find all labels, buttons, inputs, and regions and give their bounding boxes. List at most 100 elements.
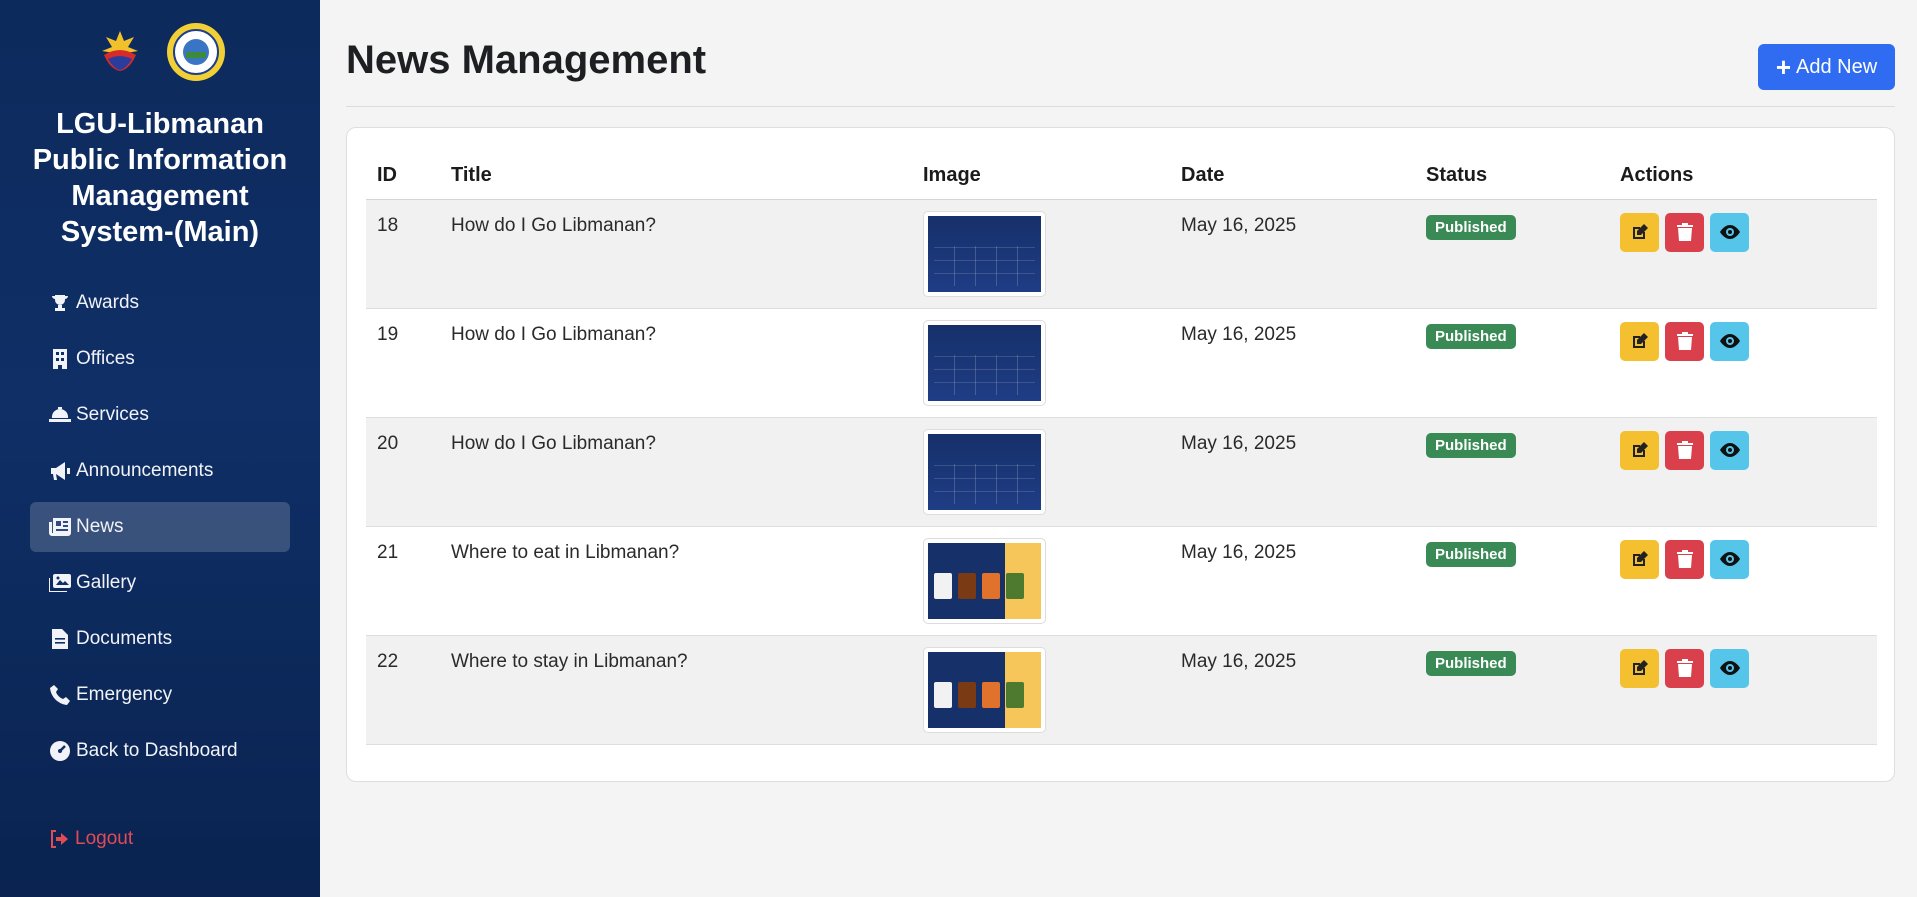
news-thumbnail[interactable] (923, 646, 1046, 733)
edit-icon (1632, 442, 1648, 457)
trash-icon (1676, 550, 1693, 568)
row-actions (1620, 430, 1877, 470)
logos (0, 22, 320, 82)
eye-icon (1719, 661, 1740, 675)
row-actions (1620, 321, 1877, 361)
thumbnail-graphic (928, 651, 1041, 728)
logout-icon (49, 829, 71, 849)
cell-title: How do I Go Libmanan? (451, 323, 656, 345)
cell-actions (1609, 199, 1877, 308)
delete-button[interactable] (1665, 321, 1704, 361)
cell-image (912, 417, 1170, 526)
sidebar-item-label: Emergency (76, 684, 173, 705)
sidebar-item-documents[interactable]: Documents (30, 614, 290, 664)
column-header-image: Image (912, 152, 1170, 200)
sidebar-item-label: Announcements (76, 460, 214, 481)
edit-icon (1632, 333, 1648, 348)
eye-icon (1719, 225, 1740, 239)
thumbnail-graphic (928, 215, 1041, 292)
table-row: 22 Where to stay in Libmanan? May 16, 20… (366, 635, 1877, 744)
logout-link[interactable]: Logout (49, 828, 133, 850)
bell-service-icon (49, 405, 71, 425)
edit-button[interactable] (1620, 321, 1659, 361)
cell-actions (1609, 308, 1877, 417)
add-new-button[interactable]: + Add New (1758, 44, 1895, 90)
news-thumbnail[interactable] (923, 428, 1046, 515)
edit-button[interactable] (1620, 539, 1659, 579)
view-button[interactable] (1710, 648, 1749, 688)
news-thumbnail[interactable] (923, 319, 1046, 406)
cell-title: How do I Go Libmanan? (451, 432, 656, 454)
dashboard-gauge-icon (49, 741, 71, 761)
brand-title: LGU-Libmanan Public Information Manageme… (32, 108, 288, 248)
sidebar-item-label: News (76, 516, 124, 537)
column-header-date: Date (1170, 152, 1415, 200)
edit-button[interactable] (1620, 430, 1659, 470)
megaphone-icon (49, 461, 71, 481)
cell-date: May 16, 2025 (1181, 432, 1297, 454)
cell-actions (1609, 526, 1877, 635)
file-icon (49, 629, 71, 649)
news-table-card: ID Title Image Date Status Actions 18 Ho… (346, 127, 1895, 782)
news-thumbnail[interactable] (923, 210, 1046, 297)
delete-button[interactable] (1665, 212, 1704, 252)
page-title: News Management (346, 38, 707, 82)
sidebar-item-label: Awards (76, 292, 140, 313)
sidebar-item-emergency[interactable]: Emergency (30, 670, 290, 720)
sidebar-nav: Awards Offices Services Announcements Ne… (30, 278, 290, 782)
edit-icon (1632, 551, 1648, 566)
row-actions (1620, 539, 1877, 579)
table-row: 19 How do I Go Libmanan? May 16, 2025 Pu… (366, 308, 1877, 417)
thumbnail-graphic (928, 324, 1041, 401)
edit-icon (1632, 224, 1648, 239)
municipal-seal-logo (166, 22, 226, 82)
sidebar-item-gallery[interactable]: Gallery (30, 558, 290, 608)
cell-image (912, 199, 1170, 308)
sidebar: LGU-Libmanan Public Information Manageme… (0, 0, 320, 897)
trash-icon (1676, 441, 1693, 459)
status-badge: Published (1426, 541, 1516, 567)
sidebar-item-label: Services (76, 404, 149, 425)
table-row: 18 How do I Go Libmanan? May 16, 2025 Pu… (366, 199, 1877, 308)
sidebar-item-label: Gallery (76, 572, 137, 593)
header-divider (346, 106, 1895, 107)
view-button[interactable] (1710, 212, 1749, 252)
sidebar-item-services[interactable]: Services (30, 390, 290, 440)
column-header-title: Title (440, 152, 912, 200)
cell-image (912, 308, 1170, 417)
sidebar-item-label: Documents (76, 628, 173, 649)
cell-image (912, 526, 1170, 635)
cell-id: 19 (377, 323, 399, 345)
sidebar-item-awards[interactable]: Awards (30, 278, 290, 328)
column-header-id: ID (366, 152, 440, 200)
eye-icon (1719, 552, 1740, 566)
view-button[interactable] (1710, 430, 1749, 470)
plus-icon: + (1775, 52, 1792, 82)
sidebar-item-dashboard[interactable]: Back to Dashboard (30, 726, 290, 776)
trophy-icon (49, 293, 71, 313)
status-badge: Published (1426, 432, 1516, 458)
news-thumbnail[interactable] (923, 537, 1046, 624)
edit-button[interactable] (1620, 212, 1659, 252)
cell-status: Published (1415, 417, 1609, 526)
sidebar-item-news[interactable]: News (30, 502, 290, 552)
delete-button[interactable] (1665, 648, 1704, 688)
edit-button[interactable] (1620, 648, 1659, 688)
phone-icon (49, 685, 71, 705)
row-actions (1620, 648, 1877, 688)
cell-title: Where to stay in Libmanan? (451, 650, 688, 672)
view-button[interactable] (1710, 321, 1749, 361)
cell-date: May 16, 2025 (1181, 650, 1297, 672)
cell-status: Published (1415, 526, 1609, 635)
table-row: 20 How do I Go Libmanan? May 16, 2025 Pu… (366, 417, 1877, 526)
delete-button[interactable] (1665, 430, 1704, 470)
delete-button[interactable] (1665, 539, 1704, 579)
sidebar-item-label: Back to Dashboard (76, 740, 238, 761)
philippines-logo (94, 22, 146, 78)
trash-icon (1676, 223, 1693, 241)
sidebar-item-offices[interactable]: Offices (30, 334, 290, 384)
cell-title: How do I Go Libmanan? (451, 214, 656, 236)
sidebar-item-announcements[interactable]: Announcements (30, 446, 290, 496)
view-button[interactable] (1710, 539, 1749, 579)
thumbnail-graphic (928, 542, 1041, 619)
